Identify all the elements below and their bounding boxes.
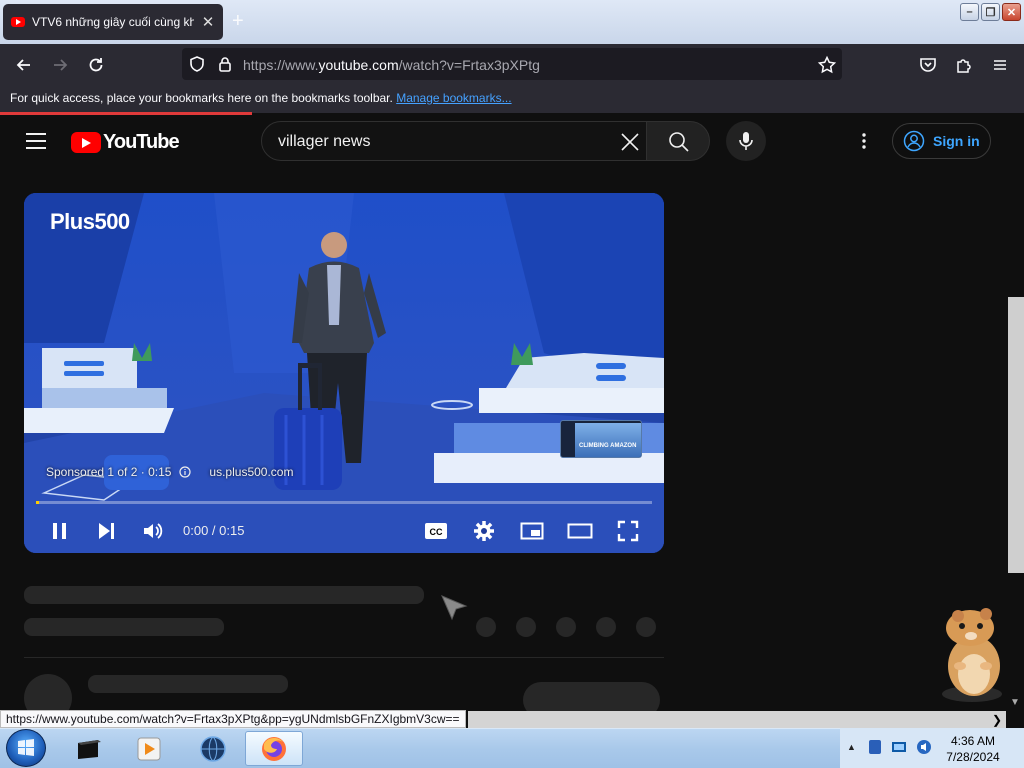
tray-volume-icon[interactable]: [916, 739, 932, 755]
ad-info-icon[interactable]: [179, 466, 192, 478]
sign-in-label: Sign in: [933, 133, 980, 149]
ad-domain-link[interactable]: us.plus500.com: [209, 465, 293, 479]
volume-icon: [144, 523, 163, 539]
bookmarks-message: For quick access, place your bookmarks h…: [10, 91, 393, 105]
search-query[interactable]: villager news: [278, 133, 370, 151]
taskbar-firefox-app[interactable]: [245, 731, 303, 766]
tracking-protection-shield-icon[interactable]: [188, 55, 208, 75]
youtube-play-icon: [71, 132, 101, 153]
vertical-scrollbar-thumb[interactable]: [1008, 297, 1024, 573]
closed-captions-icon: CC: [425, 523, 447, 539]
taskbar-media-player-app[interactable]: [120, 731, 178, 766]
lock-icon[interactable]: [216, 55, 236, 75]
pause-button[interactable]: [44, 515, 76, 547]
link-status-tooltip: https://www.youtube.com/watch?v=Frtax3pX…: [0, 710, 466, 728]
ad-brand-logo: Plus500: [50, 209, 130, 234]
extensions-puzzle-icon[interactable]: [954, 55, 974, 75]
tab-strip: VTV6 những giây cuối cùng kh ✕ + – ❐ ✕: [0, 0, 1024, 44]
ad-progress-fill: [36, 501, 40, 504]
show-hidden-icons-icon[interactable]: ▲: [847, 742, 856, 752]
divider: [24, 657, 664, 658]
minimize-button[interactable]: –: [960, 3, 979, 21]
youtube-wordmark: YouTube: [103, 131, 180, 153]
search-button[interactable]: [646, 121, 710, 161]
ad-thumbnail-text: CLIMBING AMAZON: [579, 443, 637, 449]
window-close-button[interactable]: ✕: [1002, 3, 1021, 21]
channel-name-placeholder: [88, 675, 288, 693]
reload-icon[interactable]: [86, 55, 106, 75]
theater-mode-button[interactable]: [564, 515, 596, 547]
gear-icon: [474, 521, 494, 541]
mute-button[interactable]: [137, 515, 169, 547]
title-placeholder: [24, 586, 424, 604]
guide-menu-icon[interactable]: [26, 133, 46, 149]
tray-network-icon[interactable]: [891, 739, 907, 755]
bookmark-star-icon[interactable]: [817, 55, 837, 75]
forward-icon[interactable]: [50, 55, 70, 75]
skip-next-icon: [99, 523, 114, 539]
sign-in-button[interactable]: Sign in: [892, 123, 991, 159]
ad-video-frame: [24, 193, 664, 553]
microphone-icon: [739, 132, 753, 150]
start-button[interactable]: [6, 729, 46, 767]
taskbar-clock[interactable]: 4:36 AM 7/28/2024: [941, 733, 1005, 765]
media-player-icon: [137, 737, 161, 760]
next-button[interactable]: [90, 515, 122, 547]
ad-progress-bar[interactable]: [36, 501, 652, 504]
ad-thumbnail[interactable]: CLIMBING AMAZON: [560, 420, 642, 458]
youtube-logo[interactable]: YouTube: [71, 131, 180, 154]
account-icon: [903, 130, 925, 152]
miniplayer-button[interactable]: [516, 515, 548, 547]
action-placeholder: [476, 617, 496, 637]
tray-bluetooth-icon[interactable]: [867, 739, 883, 755]
sponsored-label: Sponsored 1 of 2 · 0:15: [46, 465, 172, 479]
ad-info: Sponsored 1 of 2 · 0:15 us.plus500.com: [46, 465, 293, 479]
app-menu-icon[interactable]: [990, 55, 1010, 75]
new-tab-icon[interactable]: +: [232, 10, 244, 33]
settings-button[interactable]: [468, 515, 500, 547]
back-icon[interactable]: [14, 55, 34, 75]
windows-logo-icon: [18, 739, 34, 756]
action-placeholder: [556, 617, 576, 637]
horizontal-scrollbar[interactable]: [468, 711, 1006, 728]
clock-time: 4:36 AM: [950, 734, 996, 748]
manage-bookmarks-link[interactable]: Manage bookmarks...: [396, 91, 511, 105]
taskbar-terminal-app[interactable]: [60, 731, 118, 766]
tab-title: VTV6 những giây cuối cùng kh: [32, 15, 194, 29]
subtitles-button[interactable]: CC: [420, 515, 452, 547]
player-controls: 0:00 / 0:15 CC: [24, 509, 664, 553]
url-text[interactable]: https://www.youtube.com/watch?v=Frtax3pX…: [243, 57, 540, 73]
globe-icon: [200, 735, 226, 762]
pocket-icon[interactable]: [918, 55, 938, 75]
voice-search-button[interactable]: [726, 121, 766, 161]
taskbar-network-app[interactable]: [184, 731, 242, 766]
firefox-icon: [262, 736, 286, 761]
scroll-down-arrow-icon[interactable]: ▼: [1010, 697, 1020, 708]
youtube-favicon-icon: [11, 17, 25, 27]
settings-more-icon[interactable]: [856, 131, 872, 151]
terminal-icon: [78, 739, 101, 759]
pause-icon: [53, 523, 66, 539]
restore-button[interactable]: ❐: [981, 3, 1000, 21]
mouse-cursor-icon: [440, 594, 468, 622]
video-player[interactable]: Plus500 CLIMBING AMAZON Sponsored 1 of 2…: [24, 193, 664, 553]
clock-date: 7/28/2024: [946, 750, 1000, 764]
clear-search-icon[interactable]: [619, 131, 641, 153]
action-placeholder: [596, 617, 616, 637]
window-controls: – ❐ ✕: [960, 3, 1021, 21]
scroll-right-arrow-icon[interactable]: ❯: [992, 713, 1002, 727]
cc-text: CC: [430, 527, 443, 537]
theater-icon: [567, 523, 593, 539]
time-display: 0:00 / 0:15: [183, 523, 245, 538]
action-placeholder: [636, 617, 656, 637]
miniplayer-icon: [520, 522, 544, 540]
action-placeholder: [516, 617, 536, 637]
hamster-sticker-icon: [936, 606, 1008, 706]
browser-tab[interactable]: VTV6 những giây cuối cùng kh ✕: [3, 4, 223, 40]
bookmarks-toolbar: For quick access, place your bookmarks h…: [0, 85, 1024, 113]
fullscreen-icon: [617, 520, 639, 542]
fullscreen-button[interactable]: [612, 515, 644, 547]
subtitle-placeholder: [24, 618, 224, 636]
close-tab-icon[interactable]: ✕: [201, 13, 215, 31]
